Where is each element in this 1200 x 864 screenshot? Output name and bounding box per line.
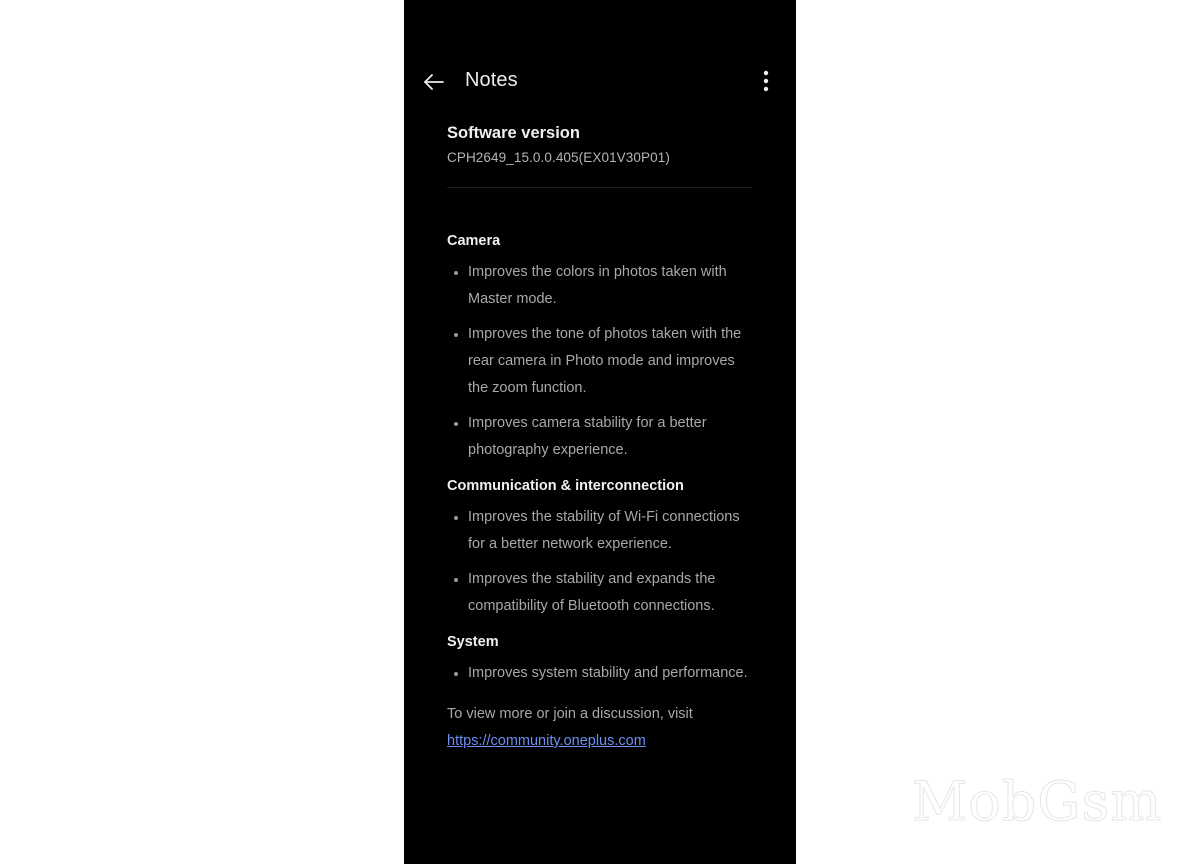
app-bar: Notes <box>404 60 796 104</box>
more-options-button[interactable] <box>754 68 778 96</box>
bullet-icon <box>454 422 458 426</box>
footer-text: To view more or join a discussion, visit <box>447 706 693 722</box>
list-item-text: Improves camera stability for a better p… <box>468 415 707 458</box>
footer: To view more or join a discussion, visit… <box>447 701 752 755</box>
list-item-text: Improves the stability of Wi-Fi connecti… <box>468 509 740 552</box>
list-item: Improves system stability and performanc… <box>447 660 752 687</box>
section-title: Camera <box>447 233 501 249</box>
note-list: Improves system stability and performanc… <box>447 660 752 687</box>
phone-screen: Notes Software version CPH2649_15.0.0.40… <box>404 0 796 864</box>
list-item-text: Improves the tone of photos taken with t… <box>468 326 742 396</box>
section-communication: Communication & interconnection Improves… <box>447 475 752 620</box>
notes-content: Software version CPH2649_15.0.0.405(EX01… <box>447 120 752 755</box>
software-version-heading: Software version <box>447 124 580 142</box>
more-vertical-icon <box>754 70 778 100</box>
bullet-icon <box>454 516 458 520</box>
list-item: Improves the stability of Wi-Fi connecti… <box>447 504 752 558</box>
list-item: Improves the colors in photos taken with… <box>447 259 752 313</box>
section-system: System Improves system stability and per… <box>447 631 752 687</box>
bullet-icon <box>454 578 458 582</box>
screenshot-stage: Notes Software version CPH2649_15.0.0.40… <box>0 0 1200 864</box>
arrow-left-icon <box>420 68 448 96</box>
divider <box>447 187 752 188</box>
list-item-text: Improves system stability and performanc… <box>468 665 748 681</box>
bullet-icon <box>454 672 458 676</box>
list-item-text: Improves the colors in photos taken with… <box>468 264 727 307</box>
back-button[interactable] <box>420 68 448 96</box>
note-list: Improves the colors in photos taken with… <box>447 259 752 464</box>
bullet-icon <box>454 333 458 337</box>
section-title: System <box>447 634 499 650</box>
watermark-logo: MobGsm <box>911 770 1163 834</box>
list-item: Improves the tone of photos taken with t… <box>447 321 752 402</box>
list-item: Improves the stability and expands the c… <box>447 566 752 620</box>
section-title: Communication & interconnection <box>447 478 684 494</box>
list-item: Improves camera stability for a better p… <box>447 410 752 464</box>
bullet-icon <box>454 271 458 275</box>
community-link[interactable]: https://community.oneplus.com <box>447 728 646 755</box>
list-item-text: Improves the stability and expands the c… <box>468 571 716 614</box>
page-title: Notes <box>465 69 518 91</box>
section-camera: Camera Improves the colors in photos tak… <box>447 230 752 464</box>
software-version-value: CPH2649_15.0.0.405(EX01V30P01) <box>447 150 670 165</box>
note-list: Improves the stability of Wi-Fi connecti… <box>447 504 752 620</box>
